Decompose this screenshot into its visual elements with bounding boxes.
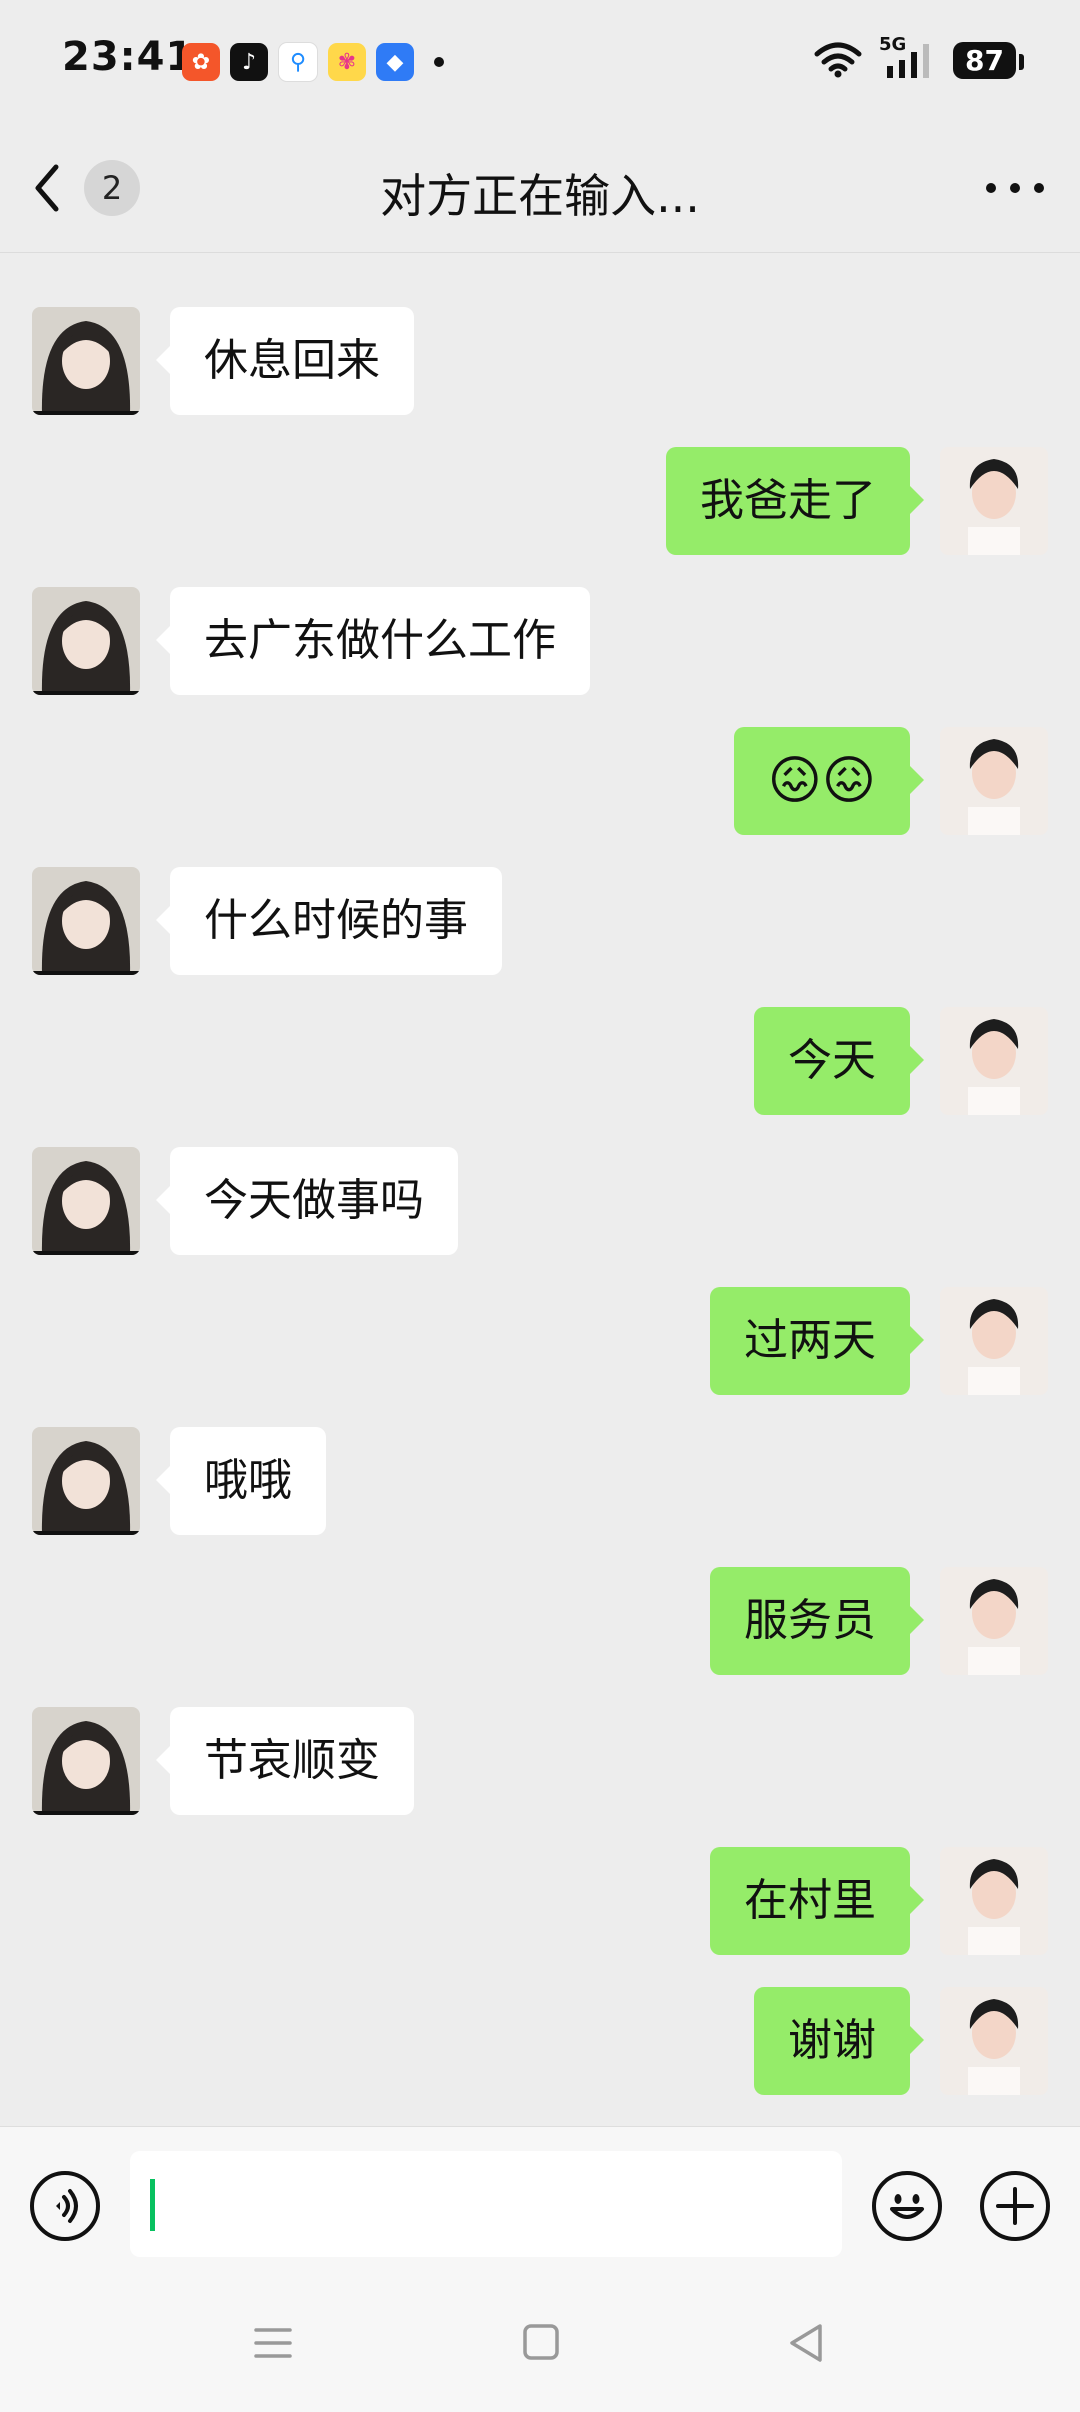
- message-row: 哦哦: [0, 1427, 1080, 1537]
- gift-app-icon: ✾: [328, 43, 366, 81]
- system-navigation-bar: [0, 2276, 1080, 2412]
- voice-wave-icon: [56, 2189, 78, 2223]
- contact-avatar[interactable]: [32, 587, 140, 695]
- message-row: 节哀顺变: [0, 1707, 1080, 1817]
- message-row: 去广东做什么工作: [0, 587, 1080, 697]
- chat-header: 2 对方正在输入...: [0, 120, 1080, 253]
- message-composer: [0, 2126, 1080, 2277]
- system-status-icons: 5G 87: [813, 34, 1024, 80]
- message-bubble-outgoing[interactable]: 我爸走了: [666, 447, 924, 555]
- message-bubble-outgoing[interactable]: 谢谢: [754, 1987, 924, 2095]
- notification-icons: ✿ ♪ ⚲ ✾ ◆: [182, 42, 444, 82]
- message-row: 休息回来: [0, 307, 1080, 417]
- message-row: 我爸走了: [0, 447, 1080, 557]
- battery-indicator: 87: [953, 41, 1024, 79]
- home-icon[interactable]: [522, 2322, 560, 2362]
- message-row: 在村里: [0, 1847, 1080, 1957]
- my-avatar[interactable]: [940, 1287, 1048, 1395]
- message-bubble-incoming[interactable]: 哦哦: [156, 1427, 326, 1535]
- status-bar: 23:41 ✿ ♪ ⚲ ✾ ◆ 5G 87: [0, 0, 1080, 120]
- contact-avatar[interactable]: [32, 1147, 140, 1255]
- message-row: 过两天: [0, 1287, 1080, 1397]
- message-bubble-outgoing[interactable]: 😖😖: [733, 727, 925, 835]
- contact-avatar[interactable]: [32, 867, 140, 975]
- my-avatar[interactable]: [940, 1987, 1048, 2095]
- kuaishou-app-icon: ✿: [182, 43, 220, 81]
- wifi-icon: [814, 42, 862, 78]
- message-row: 谢谢: [0, 1987, 1080, 2097]
- voice-input-button[interactable]: [30, 2171, 100, 2241]
- message-row: 😖😖: [0, 727, 1080, 837]
- my-avatar[interactable]: [940, 727, 1048, 835]
- emoji-button[interactable]: [872, 2171, 942, 2241]
- my-avatar[interactable]: [940, 1567, 1048, 1675]
- my-avatar[interactable]: [940, 1007, 1048, 1115]
- message-list[interactable]: 休息回来 我爸走了 去广东做什么工作 😖😖 什么时候的事 今天 今天做事吗 过两…: [0, 253, 1080, 2126]
- search-app-icon: ⚲: [278, 42, 318, 82]
- more-dot-icon: [986, 183, 996, 193]
- smiley-icon: [890, 2194, 924, 2219]
- cellular-signal-icon: 5G: [879, 34, 937, 80]
- more-options-button[interactable]: [986, 176, 1044, 200]
- more-dot-icon: [1034, 183, 1044, 193]
- message-bubble-outgoing[interactable]: 过两天: [710, 1287, 924, 1395]
- contact-avatar[interactable]: [32, 1707, 140, 1815]
- text-caret: [150, 2179, 155, 2231]
- message-row: 今天做事吗: [0, 1147, 1080, 1257]
- message-bubble-outgoing[interactable]: 在村里: [710, 1847, 924, 1955]
- my-avatar[interactable]: [940, 447, 1048, 555]
- more-notifications-dot-icon: [434, 57, 444, 67]
- douyin-app-icon: ♪: [230, 43, 268, 81]
- message-bubble-incoming[interactable]: 今天做事吗: [156, 1147, 458, 1255]
- message-bubble-incoming[interactable]: 去广东做什么工作: [156, 587, 590, 695]
- message-bubble-outgoing[interactable]: 服务员: [710, 1567, 924, 1675]
- clock: 23:41: [62, 34, 195, 80]
- contact-avatar[interactable]: [32, 307, 140, 415]
- my-avatar[interactable]: [940, 1847, 1048, 1955]
- message-bubble-incoming[interactable]: 节哀顺变: [156, 1707, 414, 1815]
- plus-icon: [996, 2187, 1034, 2225]
- menu-icon[interactable]: [252, 2322, 294, 2364]
- back-triangle-icon[interactable]: [786, 2322, 826, 2364]
- message-row: 今天: [0, 1007, 1080, 1117]
- message-bubble-incoming[interactable]: 休息回来: [156, 307, 414, 415]
- chat-title: 对方正在输入...: [380, 169, 700, 223]
- more-dot-icon: [1010, 183, 1020, 193]
- message-row: 服务员: [0, 1567, 1080, 1677]
- message-input[interactable]: [130, 2151, 842, 2257]
- message-bubble-incoming[interactable]: 什么时候的事: [156, 867, 502, 975]
- more-functions-button[interactable]: [980, 2171, 1050, 2241]
- message-bubble-outgoing[interactable]: 今天: [754, 1007, 924, 1115]
- browser-app-icon: ◆: [376, 43, 414, 81]
- message-row: 什么时候的事: [0, 867, 1080, 977]
- contact-avatar[interactable]: [32, 1427, 140, 1535]
